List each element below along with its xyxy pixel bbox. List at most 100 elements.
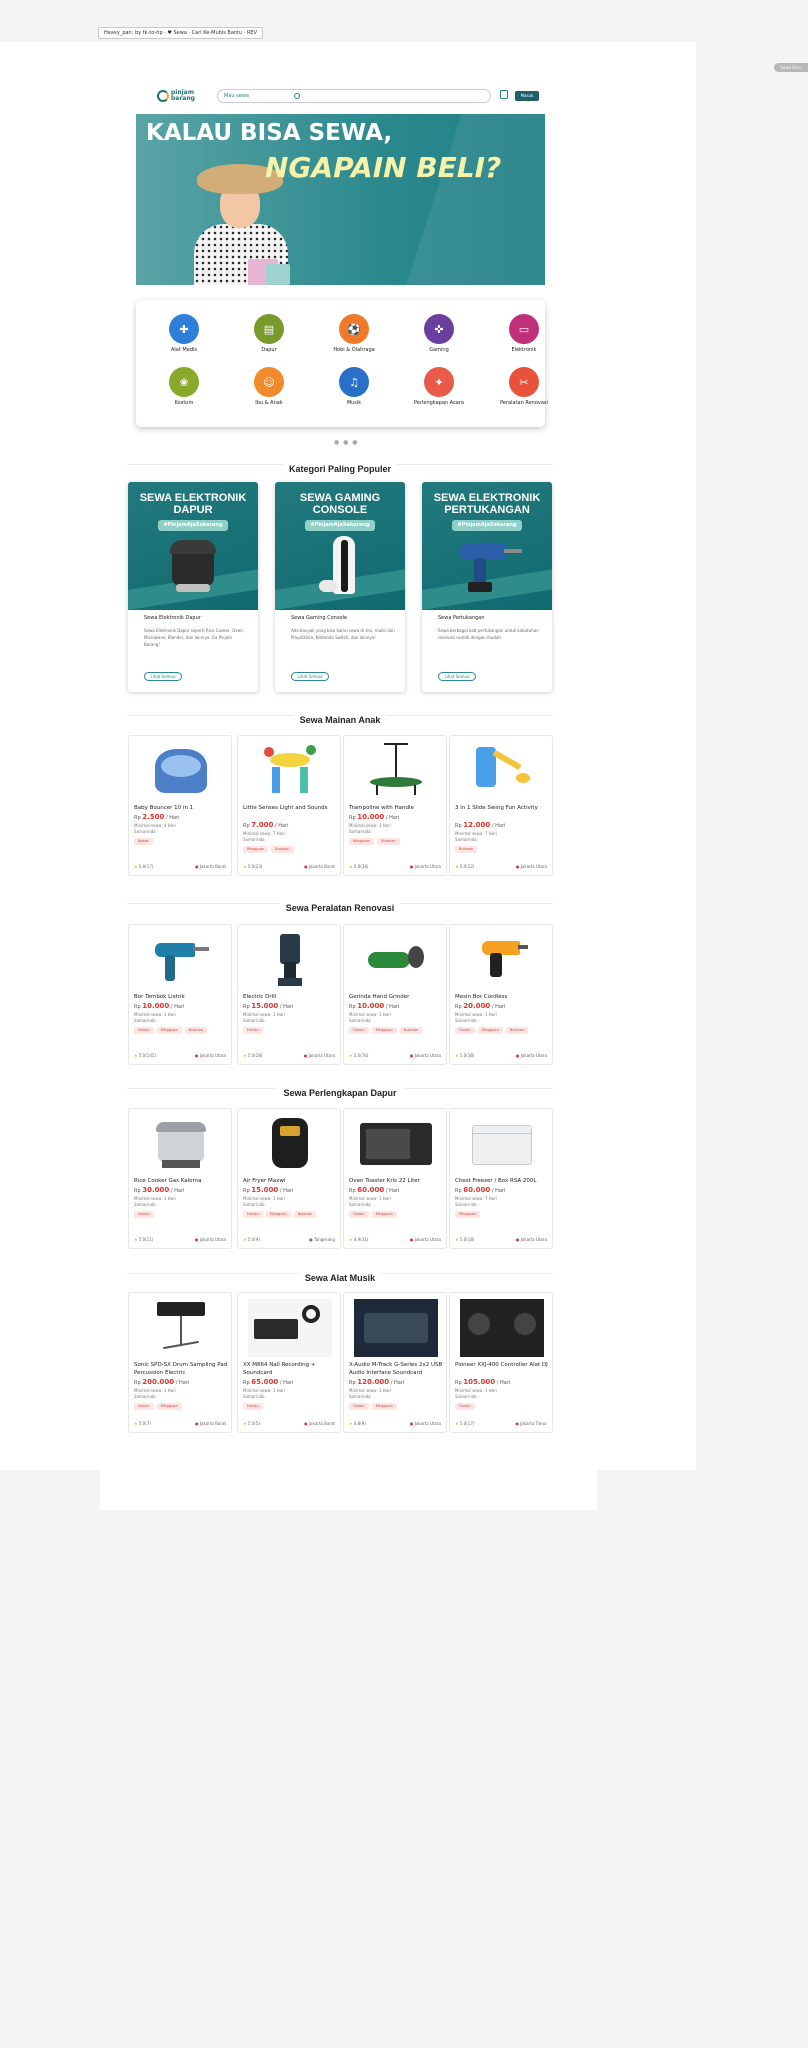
product-name[interactable]: Trampoline with Handle [349,804,443,812]
price-unit: / Hari [170,1004,185,1010]
product-price: 200.000 [142,1378,175,1386]
price-unit: / Hari [279,1380,294,1386]
product-image[interactable] [460,1297,544,1359]
product-location: Jakarta Barat [195,864,226,869]
product-image[interactable] [139,1113,223,1175]
product-location: Jakarta Utara [410,864,441,869]
product-name[interactable]: Sonic SPD-SX Drum Sampling Pad Percussio… [134,1361,228,1377]
product-image[interactable] [354,1113,438,1175]
rental-tags: Bekas [134,838,153,845]
product-image[interactable] [248,929,332,991]
product-image[interactable] [460,1113,544,1175]
product-card[interactable]: 3 in 1 Slide Swing Fun Activity Rp 12.000… [449,735,553,876]
see-all-button[interactable]: Lihat Semua [438,672,476,681]
site-logo[interactable]: pinjam barang [157,87,205,105]
product-name[interactable]: 3 in 1 Slide Swing Fun Activity [455,804,549,812]
product-image[interactable] [460,740,544,802]
category-ibu-anak[interactable]: ☺ Ibu & Anak [241,367,297,407]
browser-address-note: Heavy_pan: by tk-to-hp · ♥ Sewa · Cari K… [98,27,264,39]
product-location: Tangerang [309,1237,335,1242]
see-all-button[interactable]: Lihat Semua [144,672,182,681]
product-card[interactable]: Chest Freezer / Box RSA 200L Rp 60.000 / … [449,1108,553,1249]
popular-card-kitchen[interactable]: SEWA ELEKTRONIK DAPUR #PinjamAjaSekarang… [128,482,258,692]
product-card[interactable]: Electric Drill Rp 15.000 / Hari Minimal se… [237,924,341,1065]
category-label: Alat Medis [171,347,197,353]
product-image[interactable] [460,929,544,991]
product-name[interactable]: Gerinda Hand Grinder [349,993,443,1001]
search-input[interactable]: Mau sewa [224,93,249,99]
product-card[interactable]: Trampoline with Handle Rp 10.000 / Hari Mi… [343,735,447,876]
product-card[interactable]: Baby Bouncer 10 in 1 Rp 2.500 / Hari Minim… [128,735,232,876]
popular-card-gaming[interactable]: SEWA GAMING CONSOLE #PinjamAjaSekarang S… [275,482,405,692]
category-gaming[interactable]: ✜ Gaming [411,314,467,354]
product-card[interactable]: Mesin Bor Cordless Rp 20.000 / Hari Minima… [449,924,553,1065]
product-card[interactable]: X-Audio M-Track G-Series 2x2 USB Audio I… [343,1292,447,1433]
hero-headline-line1: KALAU BISA SEWA, [146,120,393,146]
hero-stripe [406,114,545,285]
side-feedback-tab[interactable]: Sewa Baru [774,63,808,72]
product-name[interactable]: Pioneer XXJ-400 Controller Alat DJ [455,1361,549,1369]
product-card[interactable]: Oven Toaster Kris 22 Liter Rp 60.000 / Ha… [343,1108,447,1249]
product-image[interactable] [139,1297,223,1359]
product-name[interactable]: Electric Drill [243,993,337,1001]
popular-card-tools[interactable]: SEWA ELEKTRONIK PERTUKANGAN #PinjamAjaSe… [422,482,552,692]
currency-label: Rp [349,815,356,821]
category-perlengkapan-acara[interactable]: ✦ Perlengkapan Acara [411,367,467,407]
product-price: 30.000 [142,1186,170,1194]
product-name[interactable]: Oven Toaster Kris 22 Liter [349,1177,443,1185]
delivery-area: Samarinda [349,1394,371,1399]
product-image[interactable] [139,740,223,802]
product-image[interactable] [248,740,332,802]
product-card[interactable]: Air Fryer Maxwi Rp 15.000 / Hari Minimal s… [237,1108,341,1249]
product-image[interactable] [354,740,438,802]
category-label: Perlengkapan Acara [414,400,464,406]
carousel-dots[interactable]: ● ● ● [334,439,359,446]
product-card[interactable]: Pioneer XXJ-400 Controller Alat DJ Rp 105… [449,1292,553,1433]
price-unit: / Hari [275,823,289,829]
product-name[interactable]: Mesin Bor Cordless [455,993,549,1001]
category-alat-medis[interactable]: ✚ Alat Medis [156,314,212,354]
product-rating: 5.0(34) [349,864,369,869]
rental-tags: Harian Mingguan Bulanan [455,1027,529,1034]
product-card[interactable]: Little Senses Light and Sounds Rp 7.000 /… [237,735,341,876]
product-name[interactable]: Air Fryer Maxwi [243,1177,337,1185]
product-image[interactable] [354,929,438,991]
see-all-button[interactable]: Lihat Semua [291,672,329,681]
product-price: 20.000 [463,1002,491,1010]
product-image[interactable] [139,929,223,991]
product-card[interactable]: XX M864 Nall Recording + Soundcard Rp 65.… [237,1292,341,1433]
login-button[interactable]: Masuk [515,91,539,101]
category-elektronik[interactable]: ▭ Elektronik [496,314,552,354]
product-name[interactable]: X-Audio M-Track G-Series 2x2 USB Audio I… [349,1361,443,1377]
product-name[interactable]: Baby Bouncer 10 in 1 [134,804,228,812]
product-name[interactable]: Chest Freezer / Box RSA 200L [455,1177,549,1185]
category-hobi-olahraga[interactable]: ⚽ Hobi & Olahraga [326,314,382,354]
product-card[interactable]: Gerinda Hand Grinder Rp 10.000 / Hari Mini… [343,924,447,1065]
product-price-row: Rp 200.000 / Hari [134,1378,189,1386]
category-peralatan-renovasi[interactable]: ✂ Peralatan Renovasi [496,367,552,407]
product-name[interactable]: Little Senses Light and Sounds [243,804,337,812]
product-name[interactable]: Rice Cooker Gas Kalorna [134,1177,228,1185]
product-rating: 5.0(17) [134,864,154,869]
search-bar[interactable]: Mau sewa [217,89,491,103]
search-icon[interactable] [294,93,300,99]
product-card[interactable]: Rice Cooker Gas Kalorna Rp 30.000 / Hari M… [128,1108,232,1249]
category-musik[interactable]: ♫ Musik [326,367,382,407]
product-card[interactable]: Sonic SPD-SX Drum Sampling Pad Percussio… [128,1292,232,1433]
category-label: Gaming [429,347,449,353]
fridge-icon: ▤ [254,314,284,344]
product-image[interactable] [248,1297,332,1359]
product-image[interactable] [248,1113,332,1175]
product-card[interactable]: Bor Tembok Listrik Rp 10.000 / Hari Minima… [128,924,232,1065]
product-name[interactable]: XX M864 Nall Recording + Soundcard [243,1361,337,1377]
product-name[interactable]: Bor Tembok Listrik [134,993,228,1001]
price-unit: / Hari [279,1188,294,1194]
product-image[interactable] [354,1297,438,1359]
category-kostum[interactable]: ❀ Kostum [156,367,212,407]
cart-icon[interactable] [500,90,508,99]
currency-label: Rp [349,1188,356,1194]
price-unit: / Hari [166,815,180,821]
category-dapur[interactable]: ▤ Dapur [241,314,297,354]
product-footer: 5.0(23) Jakarta Barat [243,864,335,870]
hero-banner[interactable]: KALAU BISA SEWA, NGAPAIN BELI? [136,114,545,285]
